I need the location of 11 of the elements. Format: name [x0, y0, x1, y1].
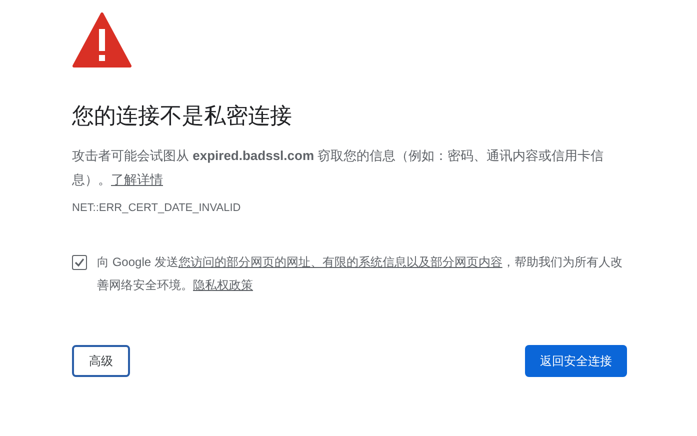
description: 攻击者可能会试图从 expired.badssl.com 窃取您的信息（例如：密码、通讯内容或信用卡信息）。了解详情: [72, 147, 605, 189]
report-option-text: 向 Google 发送您访问的部分网页的网址、有限的系统信息以及部分网页内容，帮助我们为所有人改善网络安全环境。隐私权政策: [97, 254, 624, 294]
advanced-button[interactable]: 高级: [72, 344, 130, 376]
error-code: NET::ERR_CERT_DATE_INVALID: [72, 201, 242, 216]
checkbox[interactable]: [72, 254, 87, 270]
warning-icon: [72, 12, 132, 68]
learn-more-link[interactable]: 了解详情: [111, 172, 163, 187]
heading: 您的连接不是私密连接: [72, 102, 293, 130]
link[interactable]: 隐私权政策: [193, 278, 253, 292]
back-to-safety-button[interactable]: 返回安全连接: [525, 344, 627, 376]
link[interactable]: 您访问的部分网页的网址、有限的系统信息以及部分网页内容: [178, 254, 502, 268]
